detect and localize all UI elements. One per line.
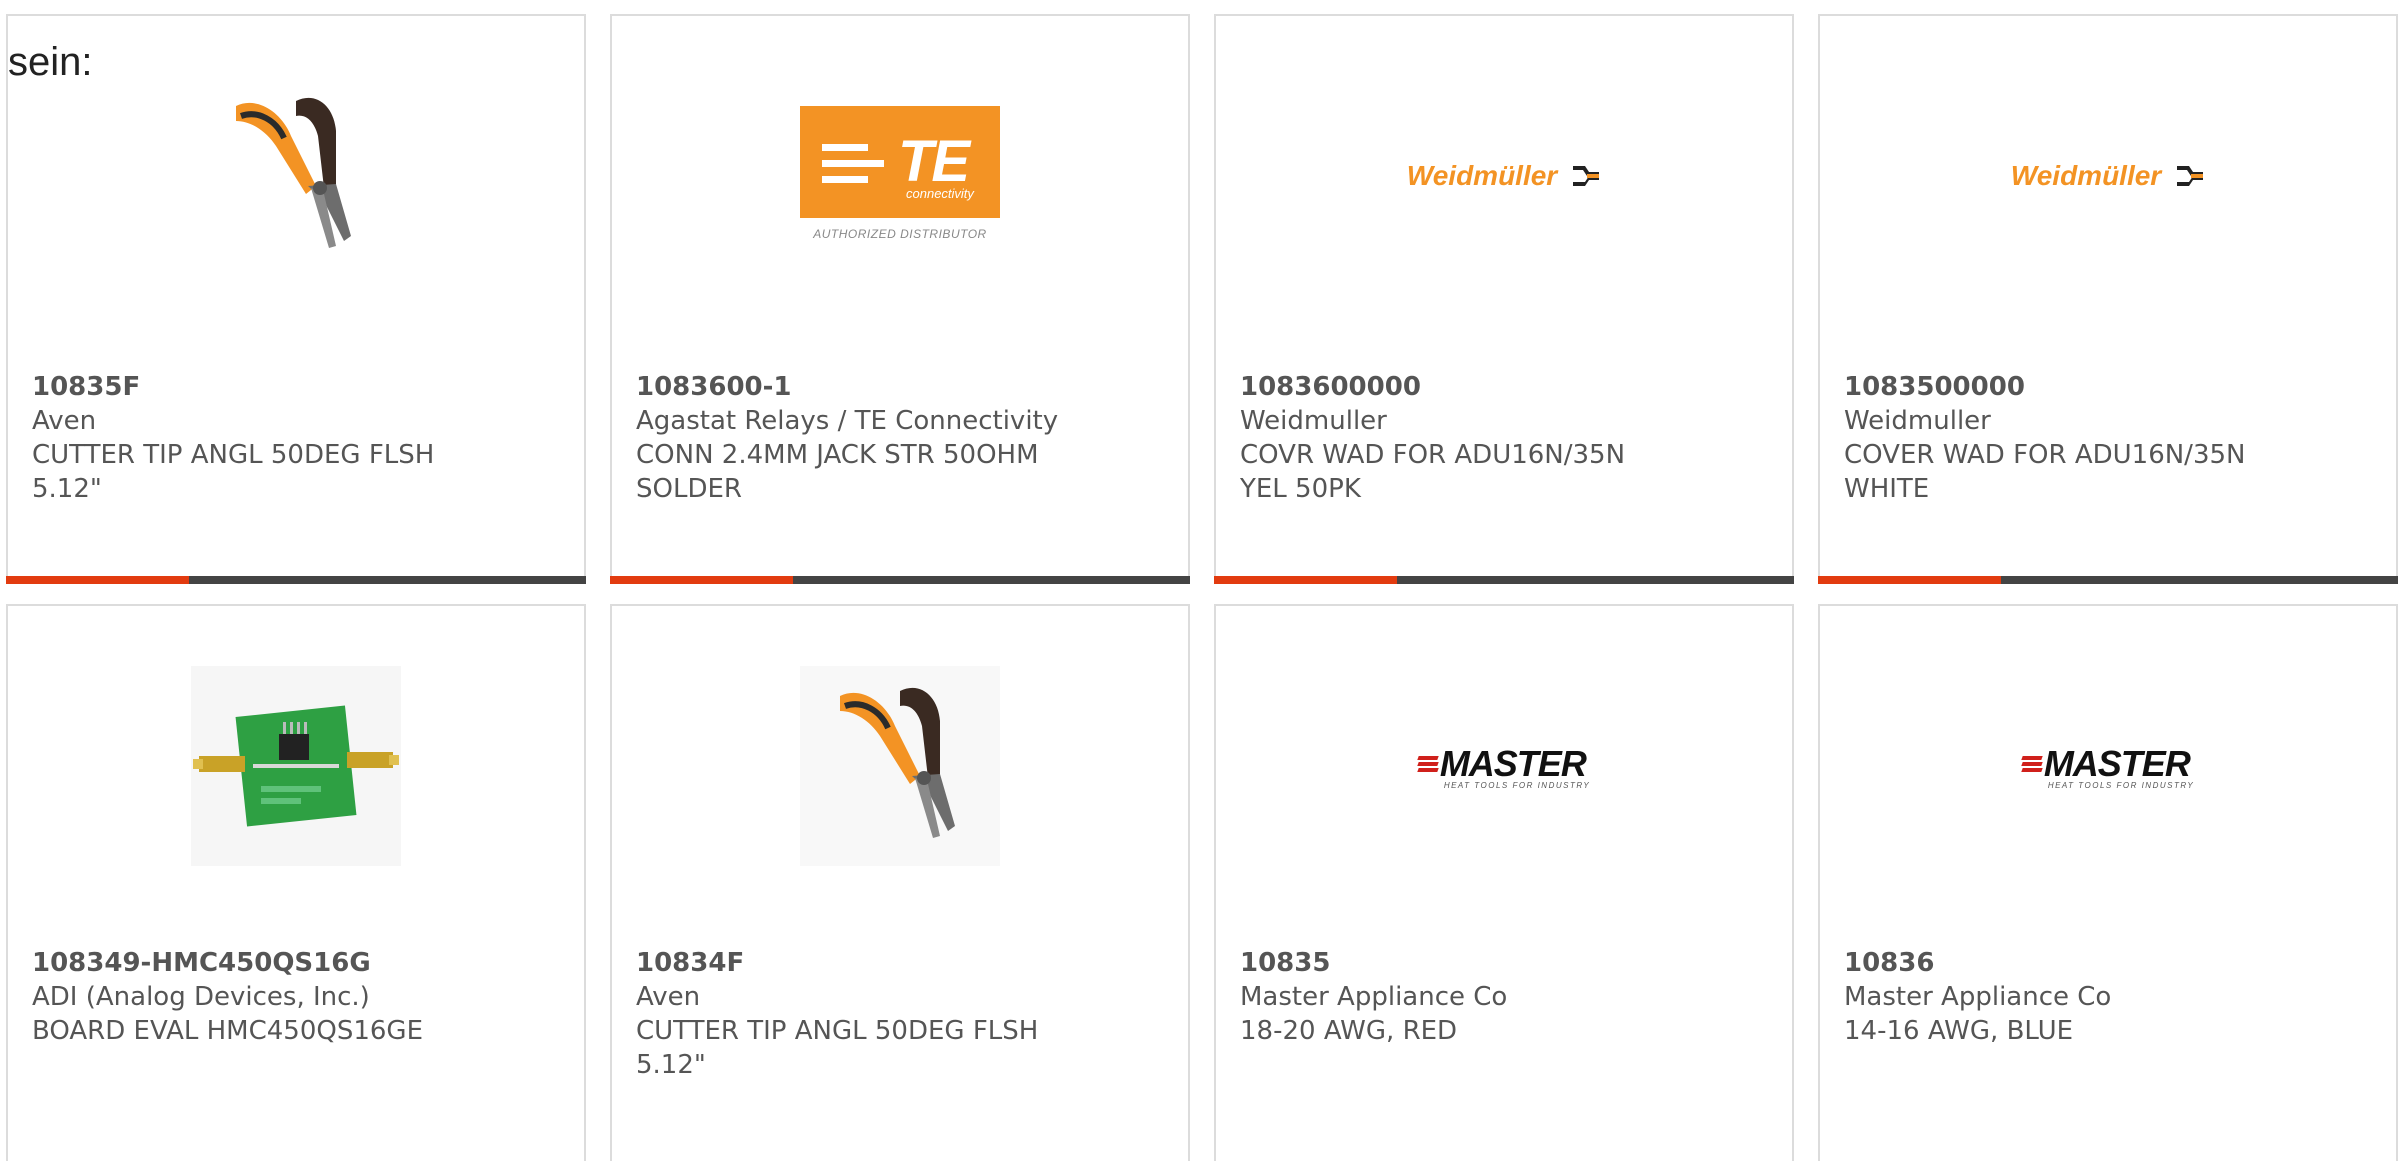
- product-card[interactable]: Weidmüller 1083600000 Weidmuller COVR WA…: [1214, 14, 1794, 584]
- te-authorized-text: AUTHORIZED DISTRIBUTOR: [813, 227, 987, 241]
- master-stripes: [1417, 754, 1439, 774]
- card-bottom-bar: [1818, 576, 2398, 584]
- product-info: 10835F Aven CUTTER TIP ANGL 50DEG FLSH 5…: [32, 370, 564, 506]
- te-logo-subtext: connectivity: [906, 186, 974, 201]
- part-number[interactable]: 10834F: [636, 946, 1168, 980]
- weidmuller-logo-text: Weidmüller: [1406, 160, 1558, 191]
- product-card[interactable]: Weidmüller 1083500000 Weidmuller COVER W…: [1818, 14, 2398, 584]
- description: 14-16 AWG, BLUE: [1844, 1016, 2074, 1046]
- card-bottom-bar: [1214, 576, 1794, 584]
- product-card[interactable]: 108349-HMC450QS16G ADI (Analog Devices, …: [6, 604, 586, 1161]
- part-number[interactable]: 10836: [1844, 946, 2376, 980]
- description: CONN 2.4MM JACK STR 50OHM SOLDER: [636, 440, 1039, 504]
- master-tagline: HEAT TOOLS FOR INDUSTRY: [1443, 780, 1591, 790]
- master-tagline: HEAT TOOLS FOR INDUSTRY: [2047, 780, 2195, 790]
- product-card[interactable]: 10835F Aven CUTTER TIP ANGL 50DEG FLSH 5…: [6, 14, 586, 584]
- manufacturer: Weidmuller: [1844, 406, 1991, 436]
- product-image: TE connectivity AUTHORIZED DISTRIBUTOR: [612, 76, 1188, 276]
- product-image: [612, 666, 1188, 866]
- flush-cutter-pliers-icon: [236, 97, 351, 248]
- product-image: Weidmüller: [1216, 76, 1792, 276]
- product-info: 10836 Master Appliance Co 14-16 AWG, BLU…: [1844, 946, 2376, 1048]
- product-info: 1083500000 Weidmuller COVER WAD FOR ADU1…: [1844, 370, 2376, 506]
- manufacturer: Aven: [636, 982, 701, 1012]
- manufacturer: Weidmuller: [1240, 406, 1387, 436]
- card-accent-bar: [1214, 576, 1397, 584]
- te-logo-lines: [822, 144, 884, 192]
- eval-board-icon: [191, 666, 401, 866]
- master-logo-icon: MASTER HEAT TOOLS FOR INDUSTRY: [1417, 742, 1591, 790]
- manufacturer: ADI (Analog Devices, Inc.): [32, 982, 370, 1012]
- description: COVER WAD FOR ADU16N/35N WHITE: [1844, 440, 2246, 504]
- weidmuller-mark-icon: [1573, 166, 1600, 186]
- card-bottom-bar: [6, 576, 586, 584]
- card-bottom-bar: [610, 576, 1190, 584]
- part-number[interactable]: 10835: [1240, 946, 1772, 980]
- flush-cutter-pliers-icon: [800, 666, 1000, 866]
- manufacturer: Aven: [32, 406, 97, 436]
- master-logo-row: MASTER: [1417, 742, 1587, 785]
- weidmuller-logo-text: Weidmüller: [2010, 160, 2162, 191]
- product-info: 1083600-1 Agastat Relays / TE Connectivi…: [636, 370, 1168, 506]
- product-info: 10835 Master Appliance Co 18-20 AWG, RED: [1240, 946, 1772, 1048]
- manufacturer: Master Appliance Co: [1240, 982, 1508, 1012]
- description: CUTTER TIP ANGL 50DEG FLSH 5.12": [636, 1016, 1039, 1080]
- description: 18-20 AWG, RED: [1240, 1016, 1458, 1046]
- manufacturer: Master Appliance Co: [1844, 982, 2112, 1012]
- product-image: MASTER HEAT TOOLS FOR INDUSTRY: [1820, 666, 2396, 866]
- product-image: Weidmüller: [1820, 76, 2396, 276]
- part-number[interactable]: 1083600-1: [636, 370, 1168, 404]
- master-stripes: [2021, 754, 2043, 774]
- product-info: 108349-HMC450QS16G ADI (Analog Devices, …: [32, 946, 564, 1048]
- description: COVR WAD FOR ADU16N/35N YEL 50PK: [1240, 440, 1626, 504]
- product-card[interactable]: MASTER HEAT TOOLS FOR INDUSTRY 10835 Mas…: [1214, 604, 1794, 1161]
- product-grid-page: sein: 10835F Aven CUTTER TIP ANGL 50DEG …: [0, 0, 2400, 1161]
- description: CUTTER TIP ANGL 50DEG FLSH 5.12": [32, 440, 435, 504]
- weidmuller-logo-icon: Weidmüller: [1407, 160, 1601, 192]
- manufacturer: Agastat Relays / TE Connectivity: [636, 406, 1059, 436]
- product-image: MASTER HEAT TOOLS FOR INDUSTRY: [1216, 666, 1792, 866]
- product-card[interactable]: 10834F Aven CUTTER TIP ANGL 50DEG FLSH 5…: [610, 604, 1190, 1161]
- part-number[interactable]: 1083500000: [1844, 370, 2376, 404]
- product-info: 10834F Aven CUTTER TIP ANGL 50DEG FLSH 5…: [636, 946, 1168, 1082]
- part-number[interactable]: 10835F: [32, 370, 564, 404]
- product-image: [8, 666, 584, 866]
- description: BOARD EVAL HMC450QS16GE: [32, 1016, 424, 1046]
- part-number[interactable]: 108349-HMC450QS16G: [32, 946, 564, 980]
- product-card[interactable]: TE connectivity AUTHORIZED DISTRIBUTOR 1…: [610, 14, 1190, 584]
- card-accent-bar: [610, 576, 793, 584]
- master-logo-text: MASTER: [2043, 742, 2191, 784]
- card-accent-bar: [6, 576, 189, 584]
- master-logo-text: MASTER: [1439, 742, 1587, 784]
- product-image: [8, 76, 584, 276]
- intro-text: sein:: [8, 40, 93, 84]
- te-connectivity-logo-icon: TE connectivity AUTHORIZED DISTRIBUTOR: [800, 106, 1000, 246]
- te-logo-text: TE: [898, 129, 970, 194]
- product-info: 1083600000 Weidmuller COVR WAD FOR ADU16…: [1240, 370, 1772, 506]
- part-number[interactable]: 1083600000: [1240, 370, 1772, 404]
- weidmuller-mark-icon: [2177, 166, 2204, 186]
- card-accent-bar: [1818, 576, 2001, 584]
- master-logo-row: MASTER: [2021, 742, 2191, 785]
- weidmuller-logo-icon: Weidmüller: [2011, 160, 2205, 192]
- product-card[interactable]: MASTER HEAT TOOLS FOR INDUSTRY 10836 Mas…: [1818, 604, 2398, 1161]
- master-logo-icon: MASTER HEAT TOOLS FOR INDUSTRY: [2021, 742, 2195, 790]
